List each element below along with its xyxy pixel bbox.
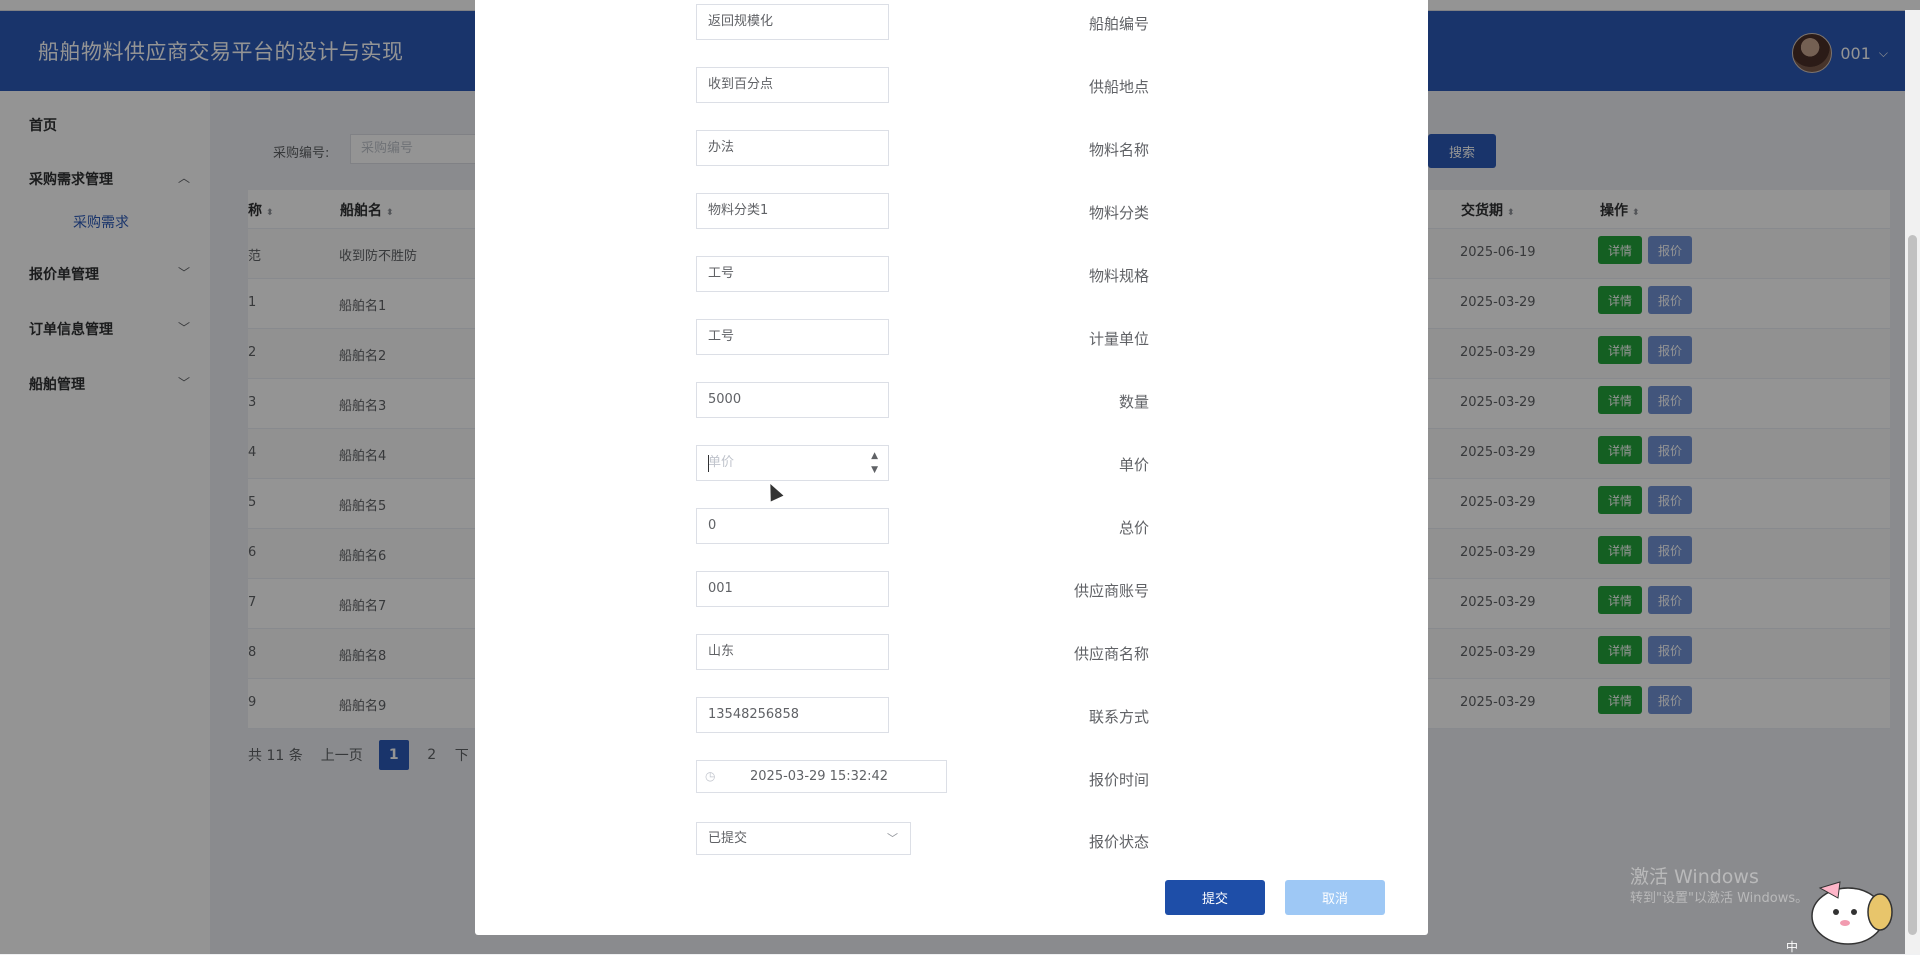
field-label: 物料名称 <box>1088 141 1149 159</box>
form-row-material-category: 物料分类 物料分类1 <box>475 193 1428 231</box>
submit-button[interactable]: 提交 <box>1165 880 1265 915</box>
windows-watermark-title: 激活 Windows <box>1630 866 1759 888</box>
form-row-total-price: 总价 0 <box>475 508 1428 546</box>
form-row-location: 供船地点 收到百分点 <box>475 67 1428 105</box>
supplier-name-input[interactable]: 山东 <box>696 634 889 670</box>
form-row-quote-status: 报价状态 已提交 ﹀ <box>475 822 1428 860</box>
scrollbar-thumb[interactable] <box>1908 235 1917 935</box>
field-label: 报价状态 <box>1088 833 1149 851</box>
field-label: 供应商账号 <box>1073 582 1149 600</box>
quote-time-picker[interactable]: ◷ 2025-03-29 15:32:42 <box>696 760 947 793</box>
form-row-unit: 计量单位 工号 <box>475 319 1428 357</box>
field-label: 供应商名称 <box>1073 645 1149 663</box>
spinner-icon[interactable]: ▲ ▼ <box>871 449 878 477</box>
ship-no-input[interactable]: 返回规模化 <box>696 4 889 40</box>
field-label: 计量单位 <box>1088 330 1149 348</box>
field-label: 单价 <box>1118 456 1149 474</box>
unit-price-input[interactable]: 单价 ▲ ▼ <box>696 445 889 481</box>
field-label: 物料分类 <box>1088 204 1149 222</box>
form-row-contact: 联系方式 13548256858 <box>475 697 1428 735</box>
material-spec-input[interactable]: 工号 <box>696 256 889 292</box>
total-price-input[interactable]: 0 <box>696 508 889 544</box>
material-name-input[interactable]: 办法 <box>696 130 889 166</box>
supplier-account-input[interactable]: 001 <box>696 571 889 607</box>
form-row-unit-price: 单价 单价 ▲ ▼ <box>475 445 1428 483</box>
form-row-quote-time: 报价时间 ◷ 2025-03-29 15:32:42 <box>475 760 1428 798</box>
text-caret <box>708 455 709 472</box>
field-label: 总价 <box>1118 519 1149 537</box>
field-label: 报价时间 <box>1088 771 1149 789</box>
page-scrollbar[interactable] <box>1905 10 1920 954</box>
form-row-material-name: 物料名称 办法 <box>475 130 1428 168</box>
contact-input[interactable]: 13548256858 <box>696 697 889 733</box>
cancel-button[interactable]: 取消 <box>1285 880 1385 915</box>
field-label: 联系方式 <box>1088 708 1149 726</box>
field-label: 数量 <box>1118 393 1149 411</box>
field-label: 船舶编号 <box>1088 15 1149 33</box>
ime-indicator[interactable]: 中 <box>1786 938 1798 955</box>
windows-watermark-subtitle: 转到"设置"以激活 Windows。 <box>1630 891 1809 906</box>
form-row-supplier-name: 供应商名称 山东 <box>475 634 1428 672</box>
field-label: 物料规格 <box>1088 267 1149 285</box>
quote-status-select[interactable]: 已提交 ﹀ <box>696 822 911 855</box>
quote-dialog: 船舶编号 返回规模化 供船地点 收到百分点 物料名称 办法 物料分类 物料分类1 物料规格 工号计… <box>475 0 1428 935</box>
mascot-icon <box>1811 881 1893 945</box>
material-category-input[interactable]: 物料分类1 <box>696 193 889 229</box>
chevron-down-icon: ﹀ <box>887 832 898 845</box>
unit-input[interactable]: 工号 <box>696 319 889 355</box>
quantity-input[interactable]: 5000 <box>696 382 889 418</box>
form-row-ship-no: 船舶编号 返回规模化 <box>475 4 1428 42</box>
field-label: 供船地点 <box>1088 78 1149 96</box>
location-input[interactable]: 收到百分点 <box>696 67 889 103</box>
form-row-material-spec: 物料规格 工号 <box>475 256 1428 294</box>
form-row-supplier-account: 供应商账号 001 <box>475 571 1428 609</box>
form-row-quantity: 数量 5000 <box>475 382 1428 420</box>
clock-icon: ◷ <box>705 769 716 783</box>
